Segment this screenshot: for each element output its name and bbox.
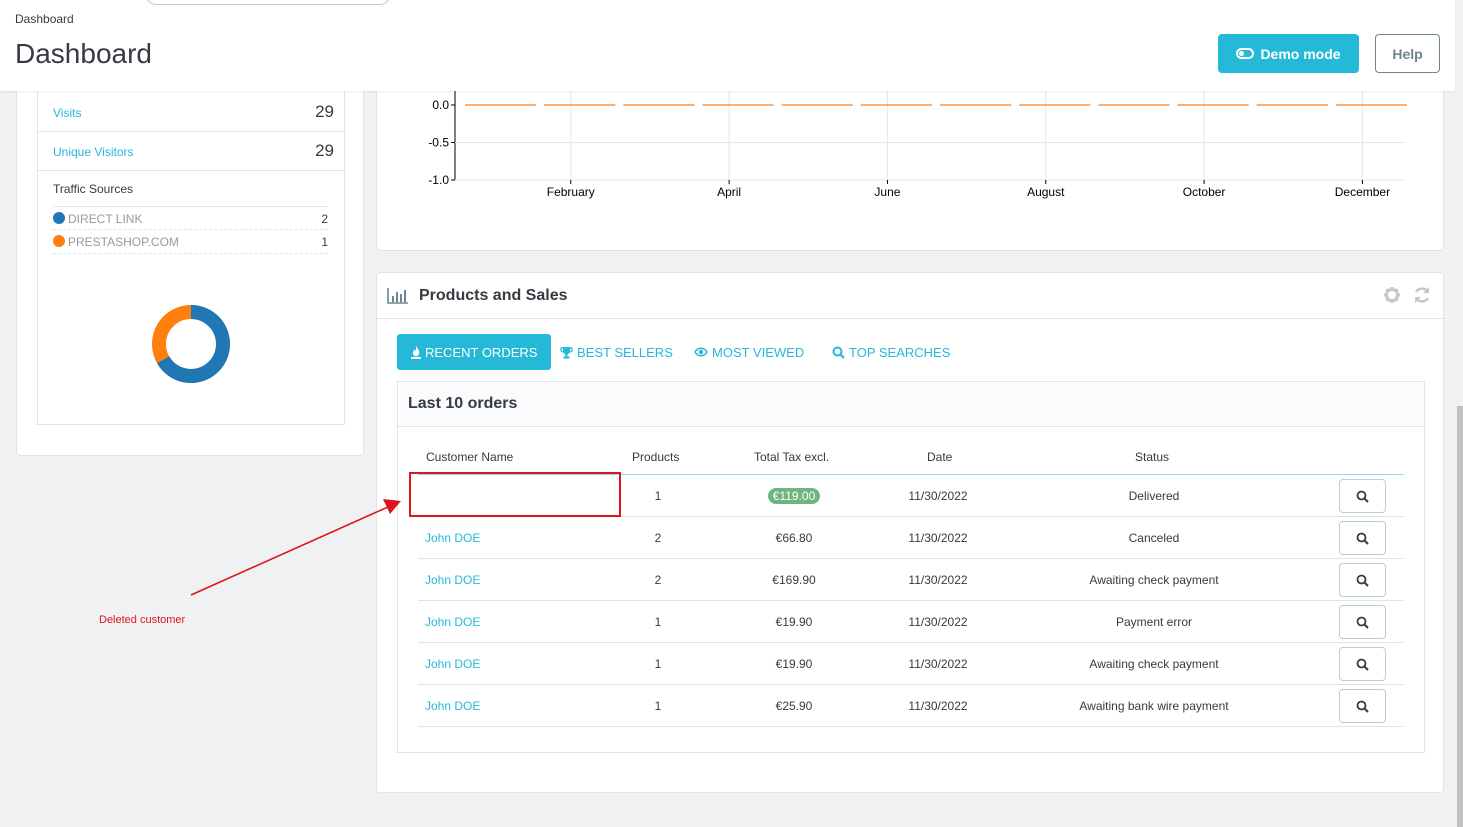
demo-mode-label: Demo mode: [1260, 45, 1341, 62]
search-input[interactable]: [145, 0, 391, 5]
breadcrumb[interactable]: Dashboard: [15, 12, 74, 26]
page-header: Dashboard Dashboard Demo mode Help: [0, 0, 1455, 91]
demo-mode-button[interactable]: Demo mode: [1218, 34, 1359, 73]
annotation-label: Deleted customer: [99, 614, 186, 626]
toggle-icon: [1236, 48, 1255, 59]
help-button[interactable]: Help: [1375, 34, 1440, 73]
annotation-arrow-icon: [190, 499, 401, 596]
page-title: Dashboard: [15, 38, 152, 69]
